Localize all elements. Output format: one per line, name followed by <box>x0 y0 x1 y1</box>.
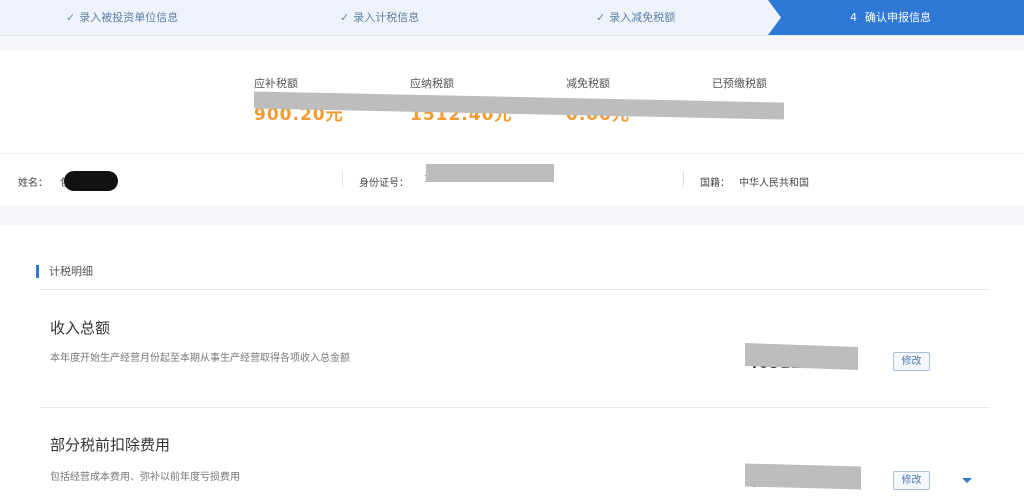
check-icon: ✓ <box>66 11 76 24</box>
chevron-down-icon[interactable] <box>962 478 972 483</box>
edit-income-button[interactable]: 修改 <box>893 352 930 371</box>
divider <box>40 407 990 408</box>
summary-label-payable: 应补税额 <box>254 77 298 90</box>
taxpayer-info: 姓名： 包 身份证号： 1 国籍： 中华人民共和国 <box>0 153 1024 206</box>
step-1-label: 录入被投资单位信息 <box>79 11 179 24</box>
pre-tax-deduction-title: 部分税前扣除费用 <box>50 436 171 454</box>
info-divider <box>683 171 684 187</box>
step-2-label: 录入计税信息 <box>353 11 420 24</box>
summary-label-relief: 减免税额 <box>566 77 610 90</box>
step-2: ✓ 录入计税信息 <box>340 0 419 35</box>
nationality-value: 中华人民共和国 <box>739 178 809 189</box>
progress-steps: ✓ 录入被投资单位信息 ✓ 录入计税信息 ✓ 录入减免税额 4 确认申报信息 <box>0 0 1024 36</box>
section-title: 计税明细 <box>36 265 93 278</box>
step-4-active: 4 确认申报信息 <box>850 0 931 35</box>
tax-summary: 应补税额 应纳税额 减免税额 已预缴税额 900.20元 1512.40元 0.… <box>0 50 1024 153</box>
tax-detail-section: 计税明细 收入总额 本年度开始生产经营月份起至本期从事生产经营取得各项收入总金额… <box>0 225 1024 500</box>
id-number-label: 身份证号： <box>359 178 409 189</box>
step-1: ✓ 录入被投资单位信息 <box>66 0 178 35</box>
step-3: ✓ 录入减免税额 <box>596 0 675 35</box>
income-total-description: 本年度开始生产经营月份起至本期从事生产经营取得各项收入总金额 <box>50 353 350 364</box>
spacer-band <box>0 206 1024 225</box>
id-number-redaction <box>426 164 554 182</box>
nationality-label: 国籍： <box>700 178 730 189</box>
pre-tax-deduction-description: 包括经营成本费用、弥补以前年度亏损费用 <box>50 472 240 483</box>
name-redaction <box>64 171 118 191</box>
spacer-band <box>0 36 1024 50</box>
step-3-label: 录入减免税额 <box>609 11 676 24</box>
check-icon: ✓ <box>596 11 606 24</box>
step-4-label: 确认申报信息 <box>865 11 931 24</box>
income-total-redaction <box>745 343 858 370</box>
summary-label-due: 应纳税额 <box>410 77 454 90</box>
divider <box>40 289 990 290</box>
check-icon: ✓ <box>340 11 350 24</box>
summary-label-prepaid: 已预缴税额 <box>712 77 767 90</box>
edit-deduction-button[interactable]: 修改 <box>893 471 930 490</box>
name-label: 姓名： <box>18 178 48 189</box>
step-4-number: 4 <box>850 11 857 24</box>
income-total-title: 收入总额 <box>50 319 111 337</box>
pre-tax-deduction-redaction <box>745 463 861 490</box>
info-divider <box>342 171 343 187</box>
